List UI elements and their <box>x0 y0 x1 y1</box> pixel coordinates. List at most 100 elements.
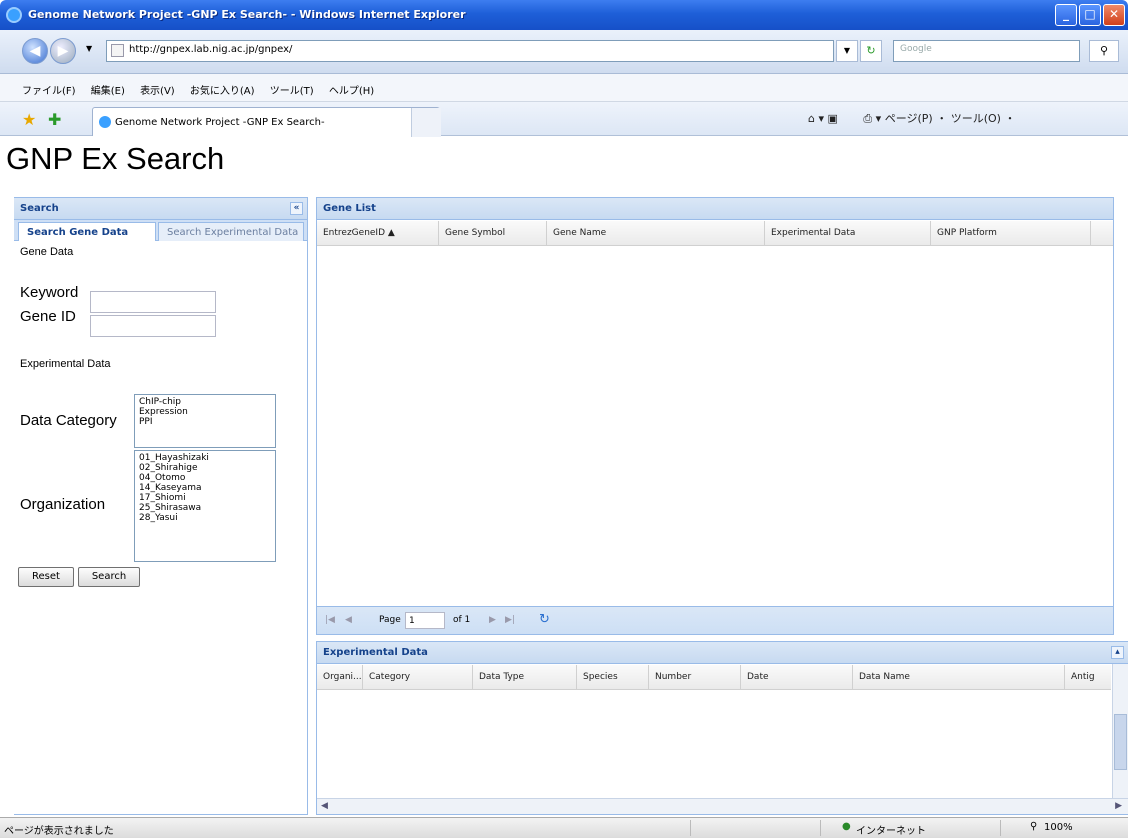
search-input[interactable]: Google <box>893 40 1080 62</box>
column-date[interactable]: Date <box>741 665 853 690</box>
tab-search-gene-data[interactable]: Search Gene Data <box>18 222 156 241</box>
prev-page-icon[interactable]: ◀ <box>345 615 352 625</box>
list-item[interactable]: ChIP-chip <box>139 397 275 407</box>
list-item[interactable]: 25_Shirasawa <box>139 503 275 513</box>
column-organization[interactable]: Organi... <box>317 665 363 690</box>
page-title: GNP Ex Search <box>6 141 225 176</box>
page-icon <box>111 44 124 57</box>
data-category-list[interactable]: ChIP-chip Expression PPI <box>134 394 276 448</box>
refresh-icon[interactable]: ↻ <box>860 40 882 62</box>
gene-data-label: Gene Data <box>20 246 74 258</box>
search-tabs: Search Gene Data Search Experimental Dat… <box>14 220 307 241</box>
keyword-label: Keyword <box>20 284 79 301</box>
gene-list-panel: Gene List EntrezGeneID ▲ Gene Symbol Gen… <box>316 197 1114 635</box>
command-bar[interactable]: ⌂ ▾ ▣ ⎙ ▾ ページ(P) ・ ツール(O) ・ <box>808 110 1015 126</box>
menu-favorites[interactable]: お気に入り(A) <box>190 86 255 97</box>
experimental-data-panel: Experimental Data ▴ Organi... Category D… <box>316 641 1128 815</box>
organization-label: Organization <box>20 496 106 513</box>
menu-file[interactable]: ファイル(F) <box>22 86 76 97</box>
column-data-type[interactable]: Data Type <box>473 665 577 690</box>
search-panel-header: Search « <box>14 198 307 220</box>
list-item[interactable]: 28_Yasui <box>139 513 275 523</box>
column-number[interactable]: Number <box>649 665 741 690</box>
collapse-icon[interactable]: « <box>290 202 303 215</box>
tab-search-experimental-data[interactable]: Search Experimental Data <box>158 222 304 241</box>
add-favorites-icon[interactable]: ✚ <box>48 110 61 129</box>
list-item[interactable]: Expression <box>139 407 275 417</box>
page-count-label: of 1 <box>453 615 471 625</box>
next-page-icon[interactable]: ▶ <box>489 615 496 625</box>
page-content: GNP Ex Search Search « Search Gene Data … <box>0 137 1128 817</box>
gene-list-header: Gene List <box>317 198 1113 220</box>
close-button[interactable]: ✕ <box>1103 4 1125 26</box>
status-bar: ページが表示されました ● インターネット ⚲ 100% <box>0 817 1128 838</box>
list-item[interactable]: PPI <box>139 417 275 427</box>
page-number-input[interactable]: 1 <box>405 612 445 629</box>
maximize-button[interactable]: □ <box>1079 4 1101 26</box>
experimental-data-label: Experimental Data <box>20 358 111 370</box>
column-species[interactable]: Species <box>577 665 649 690</box>
search-icon[interactable]: ⚲ <box>1089 40 1119 62</box>
reset-button[interactable]: Reset <box>18 567 74 587</box>
experimental-data-header: Experimental Data ▴ <box>317 642 1128 664</box>
browser-tab[interactable]: Genome Network Project -GNP Ex Search- <box>92 107 441 137</box>
column-antigen[interactable]: Antig <box>1065 665 1111 690</box>
list-item[interactable]: 02_Shirahige <box>139 463 275 473</box>
vertical-scrollbar[interactable] <box>1112 664 1128 798</box>
zone-label: インターネット <box>856 826 926 837</box>
keyword-input[interactable] <box>90 291 216 313</box>
menu-view[interactable]: 表示(V) <box>140 86 175 97</box>
list-item[interactable]: 17_Shiomi <box>139 493 275 503</box>
zoom-level[interactable]: 100% <box>1044 822 1073 833</box>
list-item[interactable]: 01_Hayashizaki <box>139 453 275 463</box>
address-input[interactable]: http://gnpex.lab.nig.ac.jp/gnpex/ <box>106 40 834 62</box>
new-tab-button[interactable] <box>411 108 441 137</box>
horizontal-scrollbar[interactable]: ◀ ▶ <box>317 798 1128 814</box>
last-page-icon[interactable]: ▶| <box>505 615 515 625</box>
column-experimental-data[interactable]: Experimental Data <box>765 221 931 246</box>
search-button[interactable]: Search <box>78 567 140 587</box>
gene-id-label: Gene ID <box>20 308 76 325</box>
menu-help[interactable]: ヘルプ(H) <box>329 86 374 97</box>
print-icon[interactable]: ⎙ ▾ <box>863 112 881 125</box>
column-entrez-gene-id[interactable]: EntrezGeneID ▲ <box>317 221 439 246</box>
minimize-button[interactable]: _ <box>1055 4 1077 26</box>
scroll-left-icon[interactable]: ◀ <box>321 801 328 811</box>
address-toolbar: ◀ ▶ ▼ http://gnpex.lab.nig.ac.jp/gnpex/ … <box>0 30 1128 74</box>
recent-pages-dropdown[interactable]: ▼ <box>86 44 92 53</box>
search-panel: Search « Search Gene Data Search Experim… <box>14 197 308 815</box>
favorites-bar: ★ ✚ Genome Network Project -GNP Ex Searc… <box>0 102 1128 137</box>
column-gnp-platform[interactable]: GNP Platform <box>931 221 1091 246</box>
zoom-icon: ⚲ <box>1030 821 1038 832</box>
forward-button[interactable]: ▶ <box>50 38 76 64</box>
gene-id-input[interactable] <box>90 315 216 337</box>
column-data-name[interactable]: Data Name <box>853 665 1065 690</box>
list-item[interactable]: 14_Kaseyama <box>139 483 275 493</box>
column-category[interactable]: Category <box>363 665 473 690</box>
menu-tools[interactable]: ツール(T) <box>270 86 314 97</box>
menu-edit[interactable]: 編集(E) <box>91 86 125 97</box>
column-gene-name[interactable]: Gene Name <box>547 221 765 246</box>
page-label: Page <box>379 615 401 625</box>
paging-toolbar: |◀ ◀ Page 1 of 1 ▶ ▶| ↻ <box>317 606 1113 634</box>
title-bar: Genome Network Project -GNP Ex Search- -… <box>0 0 1128 30</box>
expand-icon[interactable]: ▴ <box>1111 646 1124 659</box>
menu-bar: ファイル(F) 編集(E) 表示(V) お気に入り(A) ツール(T) ヘルプ(… <box>0 74 1128 102</box>
tab-ie-icon <box>99 116 111 128</box>
ie-logo-icon <box>6 7 22 23</box>
scroll-right-icon[interactable]: ▶ <box>1115 801 1122 811</box>
first-page-icon[interactable]: |◀ <box>325 615 335 625</box>
address-dropdown-button[interactable]: ▼ <box>836 40 858 62</box>
organization-list[interactable]: 01_Hayashizaki 02_Shirahige 04_Otomo 14_… <box>134 450 276 562</box>
experimental-data-column-headers: Organi... Category Data Type Species Num… <box>317 665 1111 690</box>
internet-zone-icon: ● <box>842 821 851 832</box>
status-text: ページが表示されました <box>4 826 114 837</box>
refresh-icon[interactable]: ↻ <box>539 612 550 627</box>
column-gene-symbol[interactable]: Gene Symbol <box>439 221 547 246</box>
list-item[interactable]: 04_Otomo <box>139 473 275 483</box>
data-category-label: Data Category <box>20 412 117 429</box>
favorites-star-icon[interactable]: ★ <box>22 110 36 129</box>
home-icon[interactable]: ⌂ ▾ ▣ <box>808 112 838 125</box>
scroll-thumb[interactable] <box>1114 714 1127 770</box>
back-button[interactable]: ◀ <box>22 38 48 64</box>
